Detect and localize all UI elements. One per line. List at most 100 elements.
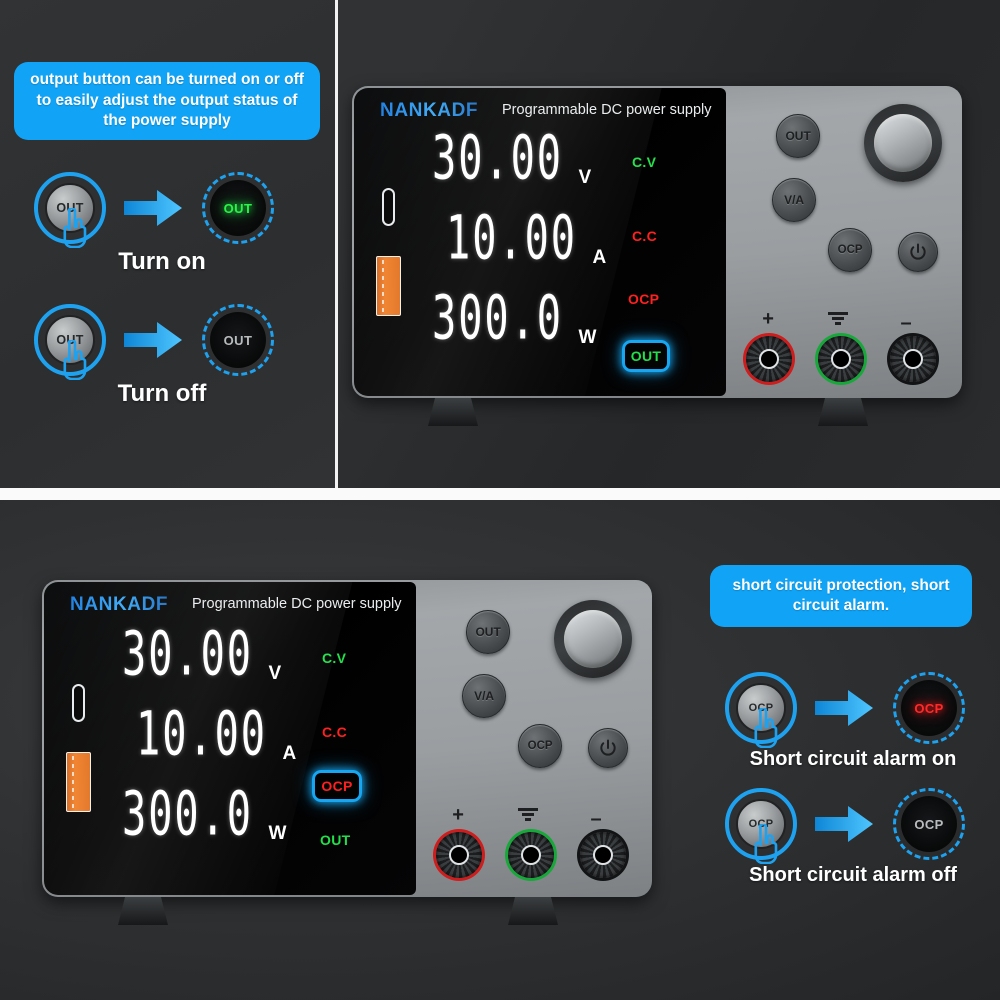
via-button[interactable]: V/A [772,178,817,222]
step-turn-off: OUT OUT Turn off [12,304,312,424]
voltage-value: 30.00 [432,121,563,193]
positive-terminal-label: + [452,804,464,826]
brand-logo: NANKADF [70,594,169,615]
out-button[interactable]: OUT [466,610,511,654]
negative-binding-post[interactable] [890,336,937,382]
step-caption: Turn off [117,380,207,407]
pointing-hand-icon [58,208,88,248]
step-caption: Turn on [118,248,206,275]
product-subtitle: Programmable DC power supply [502,102,712,118]
ground-binding-post[interactable] [818,336,865,382]
rotary-encoder-knob[interactable] [554,600,633,678]
step-caption: Short circuit alarm off [749,864,957,886]
chassis-foot-right [818,398,868,426]
display-screen: NANKADF Programmable DC power supply 30.… [44,582,417,895]
terminal-block-icon [376,256,401,316]
arrow-right-icon [124,320,184,360]
power-readout: 300.0 W [432,282,597,353]
indicator-cv: C.V [632,154,657,170]
terminal-block-icon [66,752,91,812]
current-readout: 10.00 A [446,202,607,273]
current-unit: A [282,743,297,764]
out-indicator-lamp: OUT [210,180,266,236]
current-value: 10.00 [446,201,577,273]
pointing-hand-icon [749,708,779,748]
voltage-readout: 30.00 V [432,122,592,193]
pointing-hand-icon [58,340,88,380]
via-button[interactable]: V/A [462,674,507,718]
product-subtitle: Programmable DC power supply [192,596,402,612]
current-value: 10.00 [136,697,267,769]
voltage-readout: 30.00 V [122,618,282,689]
indicator-out-highlighted: OUT [622,340,670,372]
chassis: NANKADF Programmable DC power supply 30.… [352,86,962,398]
product-infographic: output button can be turned on or off to… [0,0,1000,1000]
power-unit: W [578,327,597,348]
pointing-hand-icon [749,824,779,864]
negative-binding-post[interactable] [580,832,627,878]
ocp-button-illustration-on: OCP [725,672,797,748]
arrow-right-icon [815,804,875,844]
ocp-indicator-result-on: OCP [893,672,965,744]
arrow-right-icon [815,688,875,728]
callout-output-button: output button can be turned on or off to… [14,62,320,140]
current-readout: 10.00 A [136,698,297,769]
positive-terminal-label: + [762,308,774,330]
negative-terminal-label: – [590,808,602,830]
usb-c-port-icon [382,188,395,226]
out-button-illustration-on: OUT [34,172,106,248]
out-indicator-lamp: OUT [210,312,266,368]
voltage-value: 30.00 [122,617,253,689]
rotary-encoder-knob[interactable] [864,104,943,182]
arrow-right-icon [124,188,184,228]
indicator-cv: C.V [322,650,347,666]
negative-terminal-label: – [900,312,912,334]
power-value: 300.0 [122,777,253,849]
usb-c-port-icon [72,684,85,722]
power-supply-unit-bottom: NANKADF Programmable DC power supply 30.… [42,580,652,925]
power-readout: 300.0 W [122,778,287,849]
display-screen: NANKADF Programmable DC power supply 30.… [354,88,727,396]
control-panel: OUT V/A OCP + – [724,86,962,398]
out-indicator-result-off: OUT [202,304,274,376]
out-button-illustration-off: OUT [34,304,106,380]
out-indicator-result-on: OUT [202,172,274,244]
indicator-ocp-highlighted: OCP [312,770,362,802]
power-button[interactable] [588,728,629,768]
ocp-indicator-lamp: OCP [901,680,957,736]
ground-binding-post[interactable] [508,832,555,878]
power-unit: W [268,823,287,844]
power-button[interactable] [898,232,939,272]
vertical-divider [335,0,338,488]
current-unit: A [592,247,607,268]
step-alarm-on: OCP OCP Short circuit alarm on [703,672,1000,792]
step-alarm-off: OCP OCP Short circuit alarm off [703,788,1000,908]
chassis-foot-left [428,398,478,426]
positive-binding-post[interactable] [746,336,793,382]
ocp-button-illustration-off: OCP [725,788,797,864]
chassis: NANKADF Programmable DC power supply 30.… [42,580,652,897]
voltage-unit: V [268,663,282,684]
chassis-foot-left [118,897,168,925]
callout-short-circuit: short circuit protection, short circuit … [710,565,972,627]
indicator-ocp: OCP [628,291,660,307]
ocp-indicator-result-off: OCP [893,788,965,860]
power-value: 300.0 [432,281,563,353]
ocp-button[interactable]: OCP [828,228,873,272]
chassis-foot-right [508,897,558,925]
indicator-cc: C.C [322,724,348,740]
out-button[interactable]: OUT [776,114,821,158]
ground-symbol-icon [518,808,539,822]
positive-binding-post[interactable] [436,832,483,878]
indicator-out: OUT [320,832,351,848]
power-supply-unit-top: NANKADF Programmable DC power supply 30.… [352,86,962,426]
ground-symbol-icon [828,312,849,326]
ocp-button[interactable]: OCP [518,724,563,768]
step-turn-on: OUT OUT Turn on [12,172,312,292]
horizontal-divider [0,488,1000,500]
knob-face [874,114,932,172]
brand-logo: NANKADF [380,100,479,121]
control-panel: OUT V/A OCP + – [414,580,652,897]
indicator-cc: C.C [632,228,658,244]
voltage-unit: V [578,167,592,188]
